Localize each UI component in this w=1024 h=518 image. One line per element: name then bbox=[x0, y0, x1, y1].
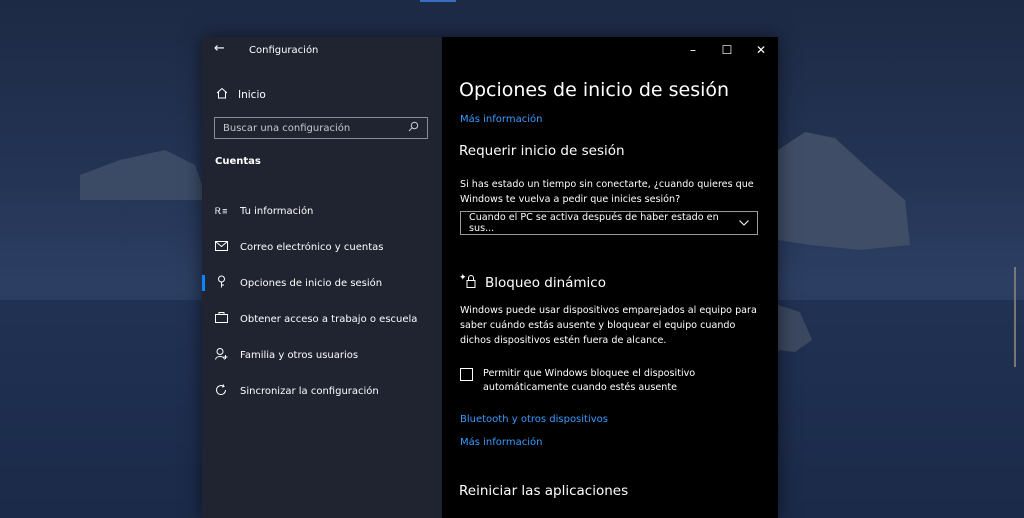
dynamic-lock-text: Windows puede usar dispositivos empareja… bbox=[460, 305, 757, 346]
search-icon bbox=[408, 121, 419, 135]
sidebar: ← Configuración Inicio Buscar una config… bbox=[202, 37, 442, 518]
dynamic-lock-heading: ✦ Bloqueo dinámico bbox=[459, 272, 606, 294]
nav-home[interactable]: Inicio bbox=[216, 87, 266, 102]
window-title: Configuración bbox=[249, 45, 319, 56]
sidebar-item-label: Familia y otros usuarios bbox=[240, 349, 359, 361]
sidebar-item-label: Tu información bbox=[240, 205, 314, 217]
sidebar-item-opciones-inicio[interactable]: Opciones de inicio de sesión bbox=[202, 265, 442, 301]
scrollbar[interactable] bbox=[1014, 267, 1016, 367]
briefcase-icon bbox=[214, 312, 228, 326]
dynamic-lock-checkbox[interactable] bbox=[460, 368, 473, 381]
dynamic-lock-title: Bloqueo dinámico bbox=[485, 275, 606, 291]
restart-apps-heading: Reiniciar las aplicaciones bbox=[459, 483, 629, 499]
sidebar-item-label: Sincronizar la configuración bbox=[240, 385, 379, 397]
home-label: Inicio bbox=[238, 88, 266, 101]
sidebar-item-label: Correo electrónico y cuentas bbox=[240, 241, 384, 253]
key-icon bbox=[214, 275, 228, 291]
more-info-link[interactable]: Más información bbox=[460, 114, 542, 125]
section-title: Cuentas bbox=[215, 156, 261, 167]
nav-list: Ꭱ≡ Tu información Correo electrónico y c… bbox=[202, 193, 442, 409]
require-signin-text: Si has estado un tiempo sin conectarte, … bbox=[460, 179, 754, 205]
person-card-icon: Ꭱ≡ bbox=[214, 205, 229, 218]
dynamic-lock-icon: ✦ bbox=[459, 272, 479, 294]
close-icon[interactable]: ✕ bbox=[744, 37, 778, 63]
search-input[interactable]: Buscar una configuración bbox=[214, 117, 428, 139]
dropdown-value: Cuando el PC se activa después de haber … bbox=[469, 212, 719, 234]
page-title: Opciones de inicio de sesión bbox=[459, 79, 730, 101]
search-placeholder: Buscar una configuración bbox=[223, 122, 351, 134]
sidebar-item-tu-informacion[interactable]: Ꭱ≡ Tu información bbox=[202, 193, 442, 229]
require-signin-dropdown[interactable]: Cuando el PC se activa después de haber … bbox=[460, 211, 758, 235]
checkbox-label: Permitir que Windows bloquee el disposit… bbox=[483, 368, 696, 393]
home-icon bbox=[216, 87, 228, 102]
minimize-icon[interactable]: – bbox=[676, 37, 710, 63]
content-pane: – ☐ ✕ Opciones de inicio de sesión Más i… bbox=[442, 37, 1016, 518]
sidebar-item-correo[interactable]: Correo electrónico y cuentas bbox=[202, 229, 442, 265]
require-signin-heading: Requerir inicio de sesión bbox=[459, 143, 625, 159]
sidebar-item-sincronizar[interactable]: Sincronizar la configuración bbox=[202, 373, 442, 409]
mail-icon bbox=[214, 240, 228, 254]
dynamic-lock-checkbox-row[interactable]: Permitir que Windows bloquee el disposit… bbox=[460, 367, 743, 395]
svg-text:Ꭱ≡: Ꭱ≡ bbox=[215, 207, 227, 215]
bluetooth-link[interactable]: Bluetooth y otros dispositivos bbox=[460, 414, 608, 425]
settings-window: ← Configuración Inicio Buscar una config… bbox=[202, 37, 1016, 518]
svg-text:✦: ✦ bbox=[459, 273, 467, 283]
sidebar-item-trabajo-escuela[interactable]: Obtener acceso a trabajo o escuela bbox=[202, 301, 442, 337]
back-arrow-icon[interactable]: ← bbox=[214, 41, 225, 56]
sidebar-item-familia[interactable]: Familia y otros usuarios bbox=[202, 337, 442, 373]
more-info-link-2[interactable]: Más información bbox=[460, 437, 542, 448]
chevron-down-icon bbox=[739, 218, 749, 229]
sidebar-item-label: Obtener acceso a trabajo o escuela bbox=[240, 313, 418, 325]
sync-icon bbox=[214, 383, 228, 399]
sidebar-item-label: Opciones de inicio de sesión bbox=[240, 277, 383, 289]
maximize-icon[interactable]: ☐ bbox=[710, 37, 744, 63]
person-add-icon bbox=[214, 347, 228, 363]
window-controls: – ☐ ✕ bbox=[676, 37, 778, 63]
